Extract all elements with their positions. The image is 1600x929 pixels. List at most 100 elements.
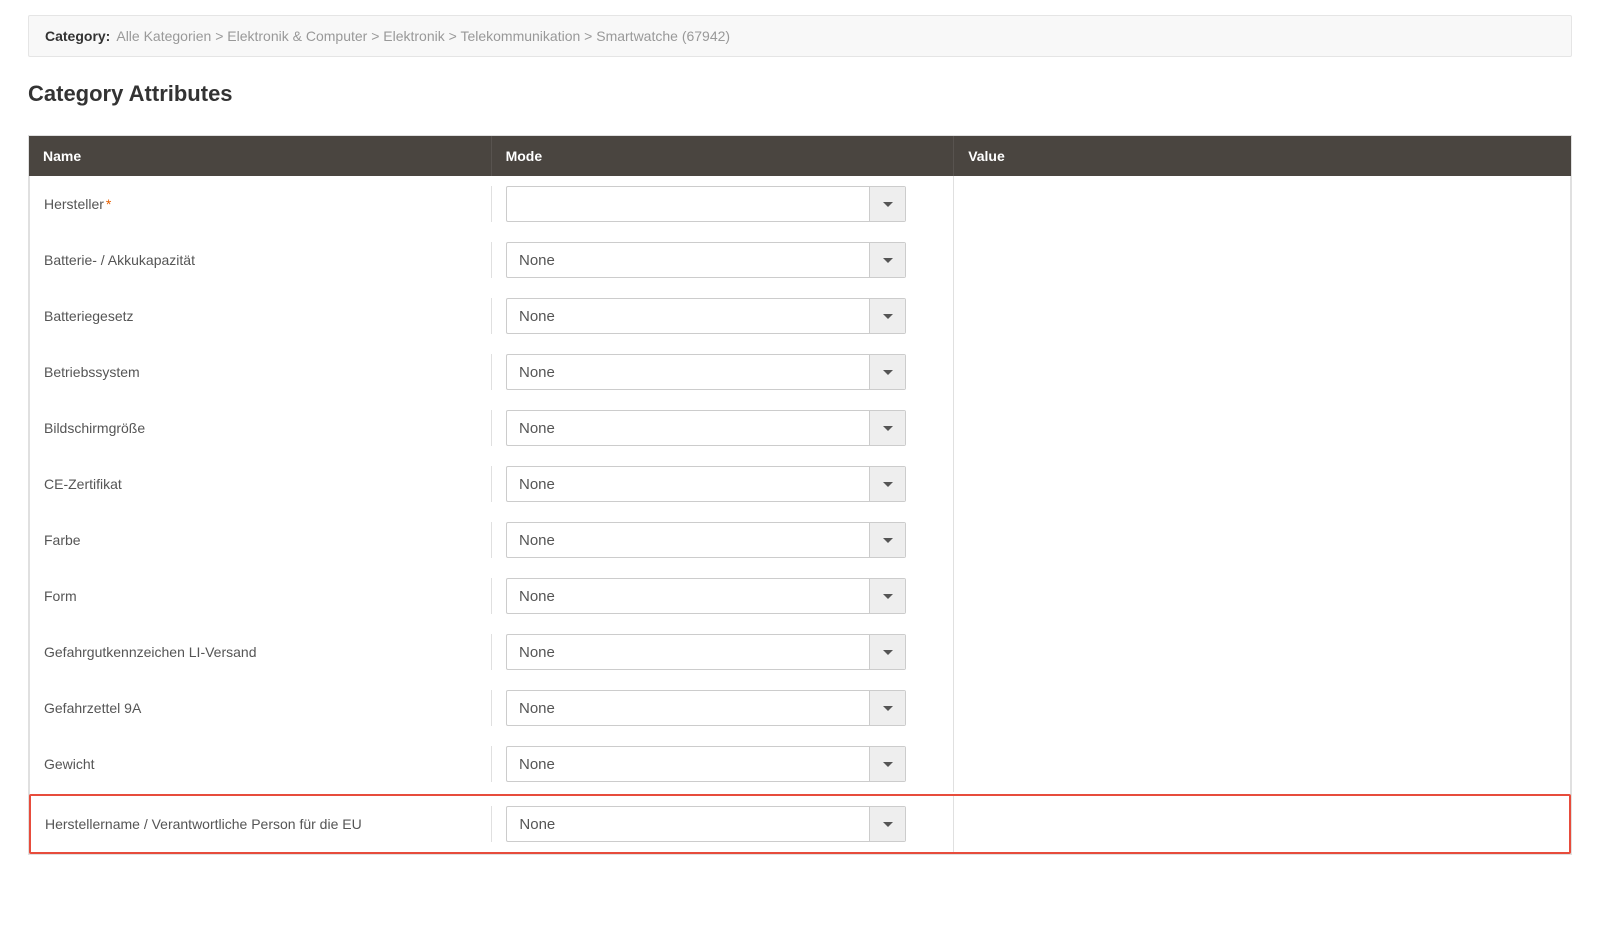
mode-select[interactable]: [506, 186, 906, 222]
table-body: Hersteller* Batterie- / Akkukapazität None…: [29, 176, 1571, 854]
mode-select[interactable]: None: [506, 522, 906, 558]
attribute-name: Batterie- / Akkukapazität: [30, 242, 492, 278]
mode-select-input[interactable]: None: [506, 242, 906, 278]
mode-select[interactable]: None: [506, 410, 906, 446]
mode-select-input[interactable]: None: [506, 578, 906, 614]
table-row: Bildschirmgröße None: [30, 400, 1570, 456]
attribute-value-cell: [954, 754, 1570, 774]
table-row: Herstellername / Verantwortliche Person …: [29, 794, 1571, 854]
attribute-mode-cell: None: [492, 680, 954, 736]
mode-select-input[interactable]: None: [506, 354, 906, 390]
mode-select[interactable]: None: [506, 354, 906, 390]
table-row: Form None: [30, 568, 1570, 624]
attribute-name-text: Form: [44, 588, 77, 604]
chevron-down-icon[interactable]: [869, 299, 905, 333]
mode-select-value: None: [507, 364, 869, 381]
attribute-name-text: Bildschirmgröße: [44, 420, 145, 436]
attribute-name-text: Batteriegesetz: [44, 308, 134, 324]
attribute-name-text: Batterie- / Akkukapazität: [44, 252, 195, 268]
attribute-name-text: Gewicht: [44, 756, 95, 772]
attribute-mode-cell: None: [492, 232, 954, 288]
attribute-mode-cell: None: [492, 624, 954, 680]
attribute-name: Gewicht: [30, 746, 492, 782]
attribute-name: Bildschirmgröße: [30, 410, 492, 446]
mode-select[interactable]: None: [506, 690, 906, 726]
mode-select[interactable]: None: [506, 242, 906, 278]
mode-select-input[interactable]: None: [506, 690, 906, 726]
attribute-name-text: CE-Zertifikat: [44, 476, 122, 492]
table-row: Gewicht None: [30, 736, 1570, 792]
mode-select-input[interactable]: None: [506, 746, 906, 782]
mode-select-value: None: [507, 588, 869, 605]
mode-select-value: None: [507, 700, 869, 717]
mode-select-input[interactable]: None: [506, 806, 906, 842]
mode-select[interactable]: None: [506, 578, 906, 614]
mode-select-input[interactable]: None: [506, 522, 906, 558]
mode-select-value: None: [507, 756, 869, 773]
table-row: Batteriegesetz None: [30, 288, 1570, 344]
attribute-name-text: Farbe: [44, 532, 81, 548]
mode-select-input[interactable]: None: [506, 298, 906, 334]
chevron-down-icon[interactable]: [869, 355, 905, 389]
table-row: Gefahrzettel 9A None: [30, 680, 1570, 736]
attribute-name-text: Hersteller: [44, 196, 104, 212]
attribute-mode-cell: None: [492, 736, 954, 792]
mode-select[interactable]: None: [506, 806, 906, 842]
attribute-name: CE-Zertifikat: [30, 466, 492, 502]
arrow-down-icon: [883, 482, 893, 487]
mode-select[interactable]: None: [506, 298, 906, 334]
required-asterisk: *: [106, 196, 111, 212]
header-name: Name: [29, 136, 492, 176]
attribute-value-cell: [954, 362, 1570, 382]
arrow-down-icon: [883, 650, 893, 655]
attribute-name: Gefahrzettel 9A: [30, 690, 492, 726]
header-mode: Mode: [492, 136, 955, 176]
attribute-name-text: Betriebssystem: [44, 364, 140, 380]
attribute-value-cell: [954, 698, 1570, 718]
attribute-name-text: Herstellername / Verantwortliche Person …: [45, 816, 362, 832]
chevron-down-icon[interactable]: [869, 691, 905, 725]
attribute-mode-cell: None: [492, 400, 954, 456]
attribute-value-cell: [954, 250, 1570, 270]
attribute-name: Form: [30, 578, 492, 614]
mode-select-input[interactable]: [506, 186, 906, 222]
chevron-down-icon[interactable]: [869, 747, 905, 781]
mode-select-value: None: [507, 420, 869, 437]
mode-select-value: None: [507, 252, 869, 269]
mode-select[interactable]: None: [506, 466, 906, 502]
chevron-down-icon[interactable]: [869, 243, 905, 277]
table-row: Betriebssystem None: [30, 344, 1570, 400]
attribute-value-cell: [954, 418, 1570, 438]
arrow-down-icon: [883, 370, 893, 375]
attribute-value-cell: [954, 530, 1570, 550]
chevron-down-icon[interactable]: [869, 411, 905, 445]
category-label: Category:: [45, 28, 110, 44]
attribute-name: Herstellername / Verantwortliche Person …: [31, 806, 492, 842]
mode-select-value: None: [507, 308, 869, 325]
attribute-value-cell: [954, 586, 1570, 606]
table-row: Hersteller*: [30, 176, 1570, 232]
attribute-name: Hersteller*: [30, 186, 492, 222]
chevron-down-icon[interactable]: [869, 187, 905, 221]
mode-select-value: None: [507, 532, 869, 549]
chevron-down-icon[interactable]: [869, 807, 905, 841]
mode-select[interactable]: None: [506, 746, 906, 782]
mode-select-input[interactable]: None: [506, 410, 906, 446]
mode-select-input[interactable]: None: [506, 466, 906, 502]
attribute-name-text: Gefahrzettel 9A: [44, 700, 141, 716]
mode-select-input[interactable]: None: [506, 634, 906, 670]
attribute-mode-cell: None: [492, 796, 953, 852]
arrow-down-icon: [883, 202, 893, 207]
chevron-down-icon[interactable]: [869, 467, 905, 501]
table-row: Batterie- / Akkukapazität None: [30, 232, 1570, 288]
chevron-down-icon[interactable]: [869, 523, 905, 557]
mode-select[interactable]: None: [506, 634, 906, 670]
category-bar: Category: Alle Kategorien > Elektronik &…: [28, 15, 1572, 57]
arrow-down-icon: [883, 314, 893, 319]
attribute-value-cell: [954, 194, 1570, 214]
arrow-down-icon: [883, 426, 893, 431]
chevron-down-icon[interactable]: [869, 635, 905, 669]
chevron-down-icon[interactable]: [869, 579, 905, 613]
attributes-table: Name Mode Value Hersteller*Batterie- / A…: [28, 135, 1572, 855]
attribute-value-cell: [954, 642, 1570, 662]
